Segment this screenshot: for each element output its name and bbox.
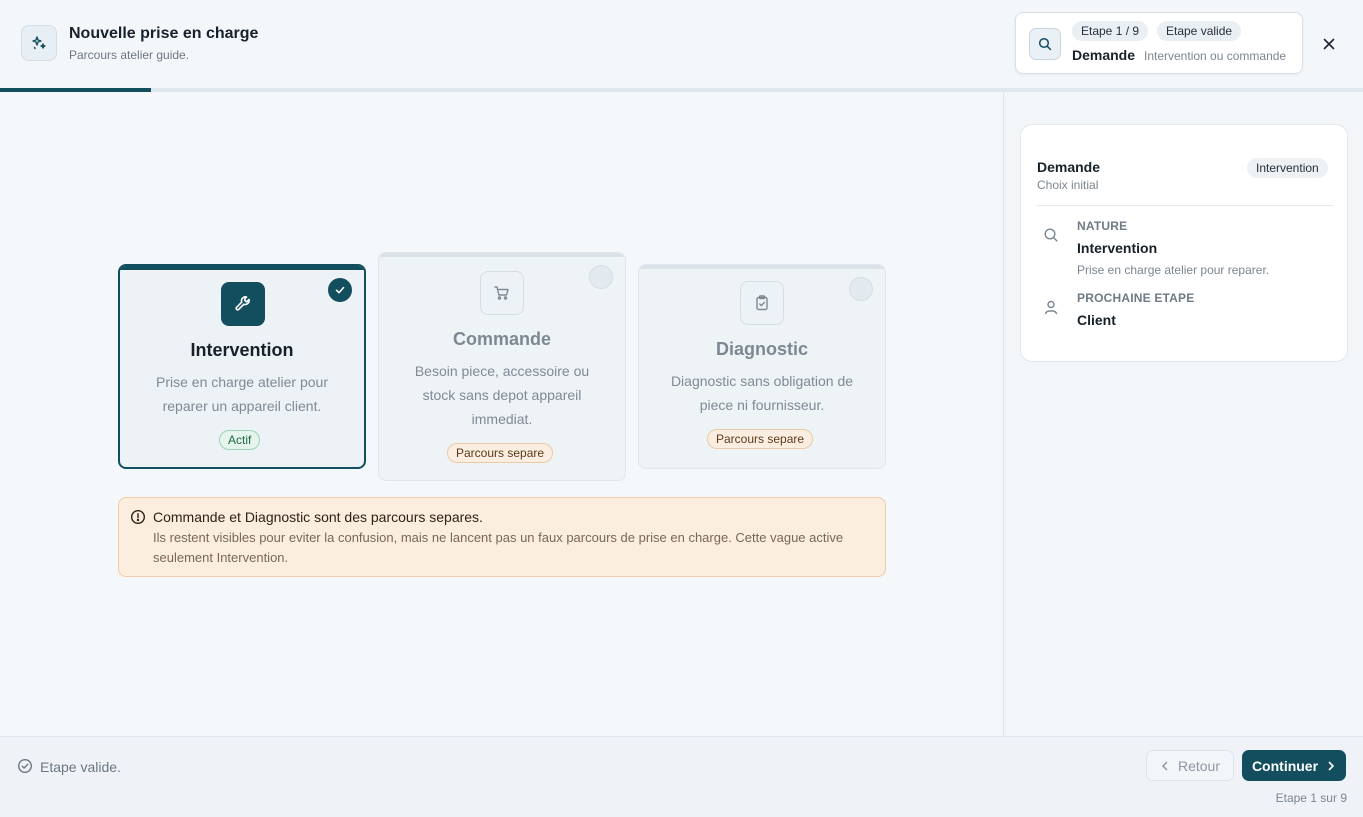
user-icon [1044,300,1058,315]
summary-sidebar: Demande Choix initial Intervention NATUR… [1003,92,1363,736]
summary-row-label: NATURE [1077,219,1128,233]
option-title: Diagnostic [715,339,808,359]
step-valid-chip: Etape valide [1157,21,1242,41]
option-radio[interactable] [589,265,613,289]
back-button-label: Retour [1177,757,1221,774]
header-bar: Nouvelle prise en charge Parcours atelie… [0,0,1363,90]
notice-title: Commande et Diagnostic sont des parcours… [153,509,483,525]
main-content: Intervention Prise en charge atelier pou… [0,92,1003,736]
sparkles-icon [21,25,57,61]
step-name: Demande [1072,47,1136,63]
summary-subtitle: Choix initial [1037,178,1099,192]
summary-divider [1037,205,1333,206]
option-topbar [379,253,625,257]
summary-chip: Intervention [1247,158,1328,178]
continue-button-label: Continuer [1251,757,1319,774]
continue-button[interactable]: Continuer [1242,750,1346,781]
option-card-commande[interactable]: Commande Besoin piece, accessoire ou sto… [378,252,626,481]
search-icon [1044,228,1058,242]
summary-row-value: Intervention [1077,240,1158,256]
summary-title: Demande [1037,159,1101,175]
step-count-chip: Etape 1 / 9 [1072,21,1149,41]
option-topbar [120,266,364,270]
option-description: Prise en charge atelier pour reparer un … [156,374,328,414]
clipboard-check-icon [740,281,784,325]
chevron-right-icon [1328,761,1334,770]
option-description: Besoin piece, accessoire ou stock sans d… [414,363,590,427]
status-badge: Parcours separe [707,429,814,449]
wrench-icon [221,282,265,326]
option-card-diagnostic[interactable]: Diagnostic Diagnostic sans obligation de… [638,264,886,469]
notice-text: Ils restent visibles pour eviter la conf… [153,530,844,565]
step-hint: Intervention ou commande [1144,49,1287,63]
option-radio[interactable] [849,277,873,301]
option-selected-check[interactable] [328,278,352,302]
chevron-left-icon [1162,761,1168,770]
step-indicator-card[interactable]: Etape 1 / 9 Etape valide Demande Interve… [1015,12,1303,74]
option-title: Commande [452,329,551,349]
option-title: Intervention [190,340,294,360]
page-title: Nouvelle prise en charge [69,25,259,42]
check-icon [335,286,345,294]
status-badge: Parcours separe [447,443,554,463]
option-description: Diagnostic sans obligation de piece ni f… [670,373,854,413]
footer-status: Etape valide. [40,759,121,775]
footer-step-counter: Etape 1 sur 9 [1275,791,1347,805]
summary-row-note: Prise en charge atelier pour reparer. [1077,263,1270,277]
back-button[interactable]: Retour [1146,750,1234,781]
search-icon[interactable] [1029,28,1061,60]
close-icon [1323,38,1335,50]
footer-bar: Etape valide. Retour Continuer Etape 1 s… [0,736,1363,817]
summary-row-label: PROCHAINE ETAPE [1077,291,1195,305]
option-topbar [639,265,885,269]
page-subtitle: Parcours atelier guide. [69,48,190,62]
status-badge: Actif [219,430,261,450]
alert-circle-icon [130,509,146,525]
notice-banner: Commande et Diagnostic sont des parcours… [118,497,886,577]
option-card-intervention[interactable]: Intervention Prise en charge atelier pou… [118,264,366,469]
cart-icon [480,271,524,315]
summary-row-value: Client [1077,312,1116,328]
close-button[interactable] [1316,31,1342,57]
summary-card: Demande Choix initial Intervention NATUR… [1020,124,1348,362]
check-circle-icon [17,758,33,774]
